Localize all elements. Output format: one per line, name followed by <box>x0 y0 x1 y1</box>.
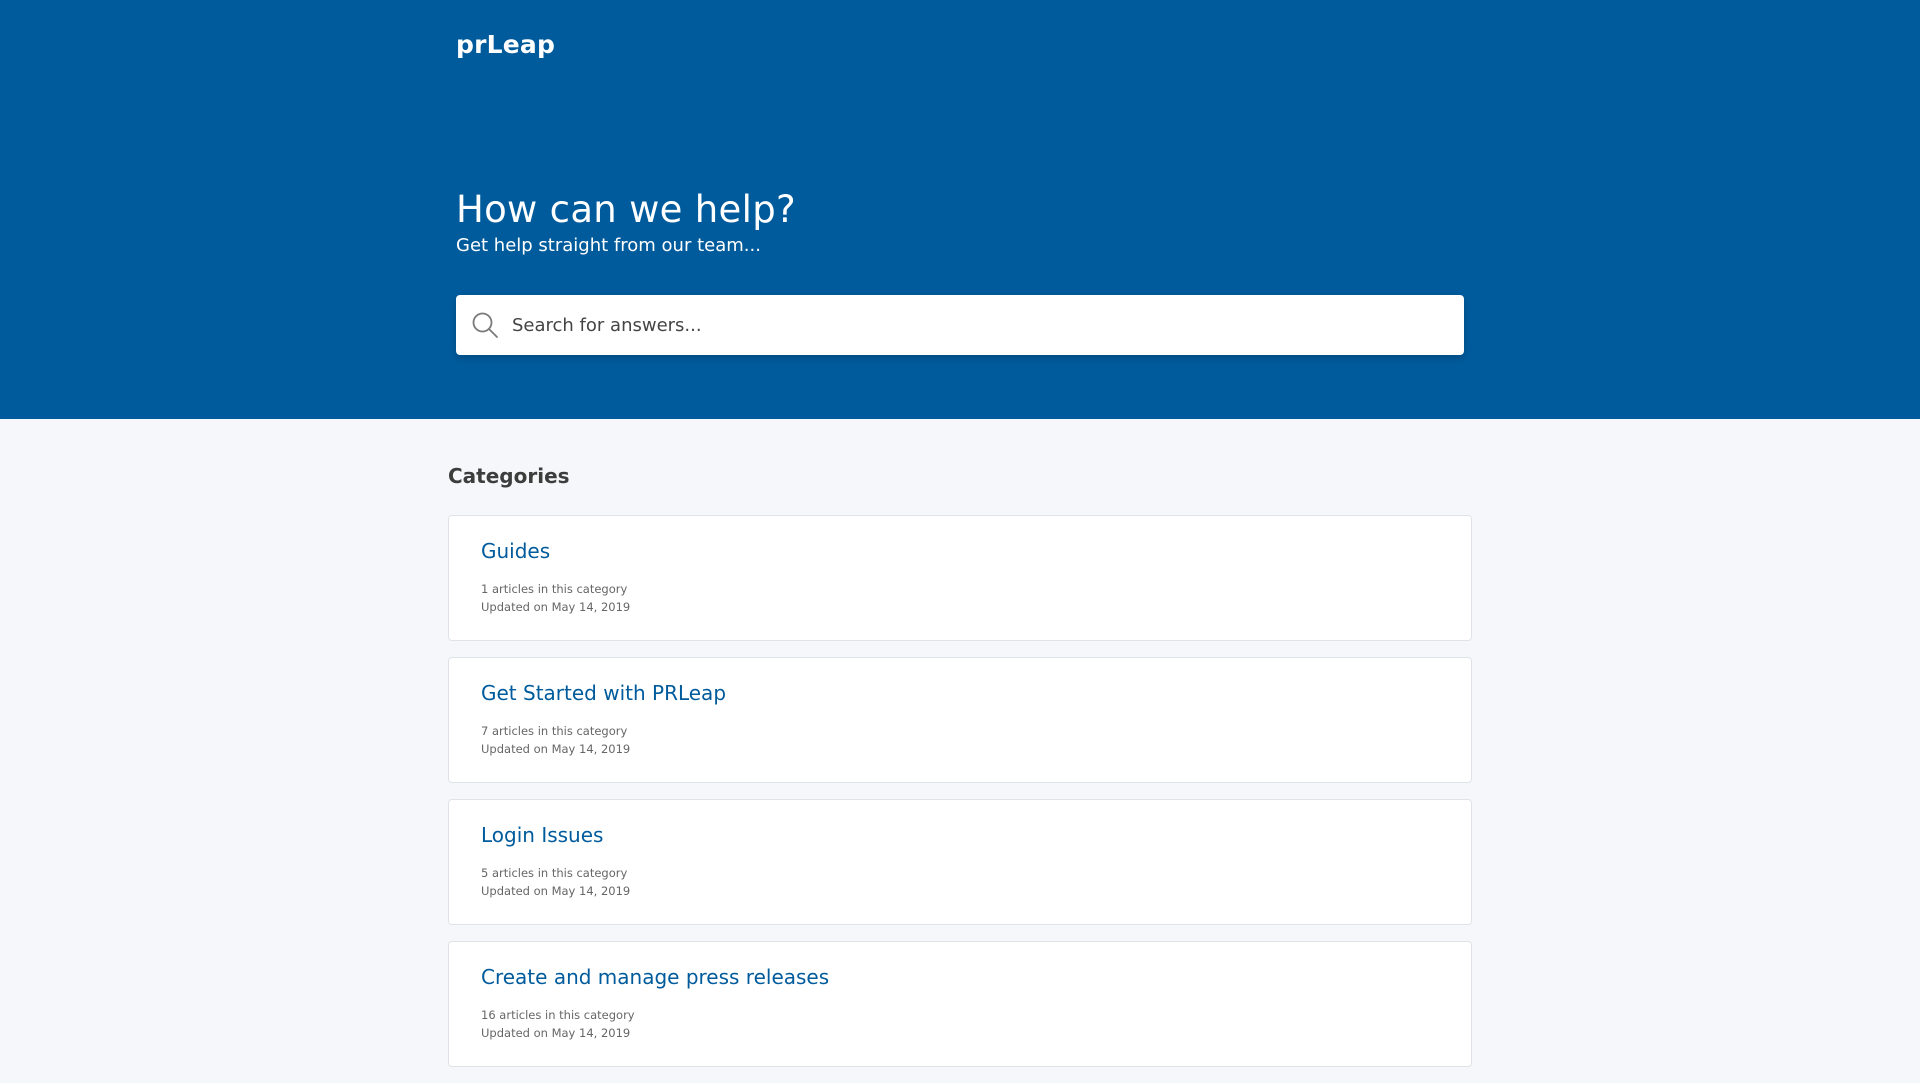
categories-heading: Categories <box>448 464 570 488</box>
category-card[interactable]: Get Started with PRLeap 7 articles in th… <box>448 657 1472 783</box>
category-card[interactable]: Create and manage press releases 16 arti… <box>448 941 1472 1067</box>
category-updated-date: Updated on May 14, 2019 <box>481 884 631 898</box>
hero-banner: prLeap How can we help? Get help straigh… <box>0 0 1920 419</box>
category-title[interactable]: Create and manage press releases <box>481 965 829 989</box>
category-article-count: 16 articles in this category <box>481 1008 635 1022</box>
search-icon <box>472 312 498 338</box>
category-title[interactable]: Login Issues <box>481 823 603 847</box>
category-title[interactable]: Get Started with PRLeap <box>481 681 726 705</box>
logo[interactable]: prLeap <box>456 30 555 59</box>
search-box[interactable] <box>456 295 1464 355</box>
category-article-count: 7 articles in this category <box>481 724 628 738</box>
search-input[interactable] <box>512 295 1442 355</box>
page-subtitle: Get help straight from our team... <box>456 235 761 256</box>
category-list: Guides 1 articles in this category Updat… <box>448 515 1472 1083</box>
category-title[interactable]: Guides <box>481 539 550 563</box>
category-card[interactable]: Login Issues 5 articles in this category… <box>448 799 1472 925</box>
category-updated-date: Updated on May 14, 2019 <box>481 1026 631 1040</box>
category-card[interactable]: Guides 1 articles in this category Updat… <box>448 515 1472 641</box>
category-updated-date: Updated on May 14, 2019 <box>481 600 631 614</box>
category-updated-date: Updated on May 14, 2019 <box>481 742 631 756</box>
category-article-count: 1 articles in this category <box>481 582 628 596</box>
category-article-count: 5 articles in this category <box>481 866 628 880</box>
page-title: How can we help? <box>456 188 796 231</box>
